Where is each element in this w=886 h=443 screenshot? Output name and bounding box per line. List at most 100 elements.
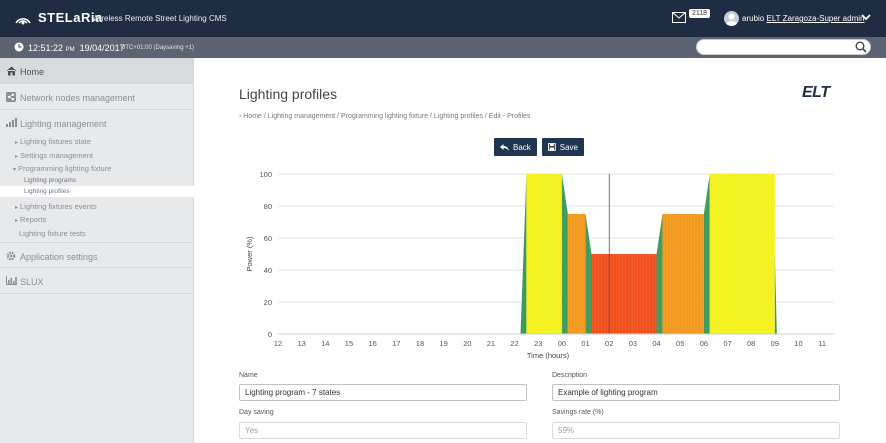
save-button[interactable]: Save	[542, 138, 584, 156]
sidebar-item-programming[interactable]: ▾ Programming lighting fixture	[13, 164, 111, 173]
daysaving-field[interactable]: Yes	[239, 422, 527, 439]
sidebar-item-lighting-programs[interactable]: Lighting programs	[0, 175, 194, 186]
profile-segment	[774, 254, 777, 334]
top-bar: STELaRia Wireless Remote Street Lighting…	[0, 0, 886, 37]
sidebar-item-fixtures-state[interactable]: ▸ Lighting fixtures state	[15, 137, 91, 146]
description-field[interactable]: Example of lighting program	[552, 384, 840, 401]
gear-icon	[6, 251, 16, 261]
sidebar-item-app-settings[interactable]: Application settings	[0, 242, 194, 268]
mail-count-badge: 2118	[689, 9, 711, 18]
x-tick-label: 20	[463, 339, 471, 348]
user-icon	[726, 13, 737, 26]
clock-icon	[14, 42, 24, 52]
sidebar-item-network[interactable]: Network nodes management	[0, 84, 194, 110]
sidebar-item-label: Programming lighting fixture	[18, 164, 112, 173]
sidebar-item-settings-management[interactable]: ▸ Settings management	[15, 151, 93, 160]
x-tick-label: 22	[510, 339, 518, 348]
floppy-icon	[548, 143, 556, 151]
sidebar-item-fixture-tests[interactable]: Lighting fixture tests	[19, 229, 86, 238]
y-tick-label: 60	[264, 234, 272, 243]
x-tick-label: 23	[534, 339, 542, 348]
profile-segment	[632, 254, 657, 334]
chevron-down-icon[interactable]	[861, 13, 871, 21]
description-label: Description	[552, 372, 588, 379]
power-profile-chart: 02040608010012 13 14 15 16 17 18 19 20 21 22 23 00 01…	[245, 170, 834, 360]
avatar[interactable]	[724, 11, 739, 26]
sidebar: Home Network nodes management Lighting m…	[0, 58, 194, 443]
sidebar-item-fixtures-events[interactable]: ▸ Lighting fixtures events	[15, 202, 97, 211]
page-title: Lighting profiles	[239, 86, 338, 102]
x-tick-label: 16	[368, 339, 376, 348]
sidebar-item-label: Settings management	[20, 151, 93, 160]
mail-icon[interactable]	[672, 12, 686, 23]
sidebar-item-label: Lighting fixtures state	[20, 137, 91, 146]
savings-rate-label: Savings rate (%)	[552, 409, 604, 416]
y-tick-label: 100	[259, 170, 272, 179]
sidebar-item-reports[interactable]: ▸ Reports	[15, 215, 46, 224]
y-tick-label: 20	[264, 298, 272, 307]
profile-segment	[591, 254, 633, 334]
x-tick-label: 06	[700, 339, 708, 348]
search-input[interactable]	[696, 39, 871, 55]
signal-icon	[15, 17, 31, 24]
profile-segment	[520, 174, 527, 334]
reply-icon	[500, 143, 509, 151]
organization: ELT Zaragoza-Super admin	[766, 14, 865, 23]
sidebar-item-label: Lighting management	[20, 119, 107, 129]
daysaving-label: Day saving	[239, 409, 274, 416]
x-tick-label: 07	[723, 339, 731, 348]
x-tick-label: 02	[605, 339, 613, 348]
y-axis-label: Power (%)	[245, 236, 254, 272]
signal-bars-icon	[6, 118, 17, 127]
sidebar-item-label: SLUX	[20, 277, 44, 287]
x-tick-label: 10	[794, 339, 802, 348]
savings-rate-field[interactable]: 59%	[552, 422, 840, 439]
brand-logo[interactable]: STELaRia	[14, 10, 103, 25]
x-tick-label: 08	[747, 339, 755, 348]
bar-chart-icon	[6, 276, 17, 285]
x-tick-label: 21	[487, 339, 495, 348]
x-tick-label: 18	[416, 339, 424, 348]
x-tick-label: 19	[439, 339, 447, 348]
back-button[interactable]: Back	[494, 138, 537, 156]
x-tick-label: 15	[345, 339, 353, 348]
x-tick-label: 13	[297, 339, 305, 348]
app-title: Wireless Remote Street Lighting CMS	[92, 14, 227, 23]
breadcrumb[interactable]: › Home / Lighting management / Programmi…	[239, 113, 530, 120]
elt-logo: ELT	[802, 84, 830, 101]
sidebar-item-home[interactable]: Home	[0, 58, 194, 84]
x-tick-label: 03	[629, 339, 637, 348]
share-icon	[6, 92, 16, 102]
y-tick-label: 40	[264, 266, 272, 275]
username: arubio	[742, 14, 765, 23]
time-value: 12:51:22	[28, 43, 64, 53]
x-tick-label: 01	[581, 339, 589, 348]
home-icon	[6, 66, 17, 76]
ampm: PM	[65, 47, 75, 53]
breadcrumb-text: Home / Lighting management / Programming…	[243, 113, 531, 120]
name-label: Name	[239, 372, 258, 379]
sidebar-item-label: Reports	[20, 215, 47, 224]
search-icon[interactable]	[855, 41, 867, 53]
sidebar-item-label: Lighting fixture tests	[19, 229, 86, 238]
timezone: UTC+01:00 (Daysaving +1)	[121, 45, 195, 51]
sidebar-item-lighting[interactable]: Lighting management	[0, 110, 194, 136]
x-tick-label: 00	[558, 339, 566, 348]
date-value: 19/04/2017	[79, 43, 125, 53]
x-tick-label: 05	[676, 339, 684, 348]
sidebar-item-label: Lighting fixtures events	[20, 202, 97, 211]
profile-segment	[567, 214, 586, 334]
sidebar-item-lighting-profiles[interactable]: Lighting profiles	[0, 186, 194, 197]
back-label: Back	[513, 142, 531, 152]
x-tick-label: 09	[771, 339, 779, 348]
x-tick-label: 04	[652, 339, 660, 348]
name-field[interactable]: Lighting program - 7 states	[239, 384, 527, 401]
sidebar-item-label: Application settings	[20, 252, 98, 262]
sidebar-item-slux[interactable]: SLUX	[0, 268, 194, 294]
save-label: Save	[559, 142, 578, 152]
x-tick-label: 17	[392, 339, 400, 348]
x-tick-label: 12	[274, 339, 282, 348]
x-axis-label: Time (hours)	[527, 351, 570, 360]
user-menu[interactable]: arubio ELT Zaragoza-Super admin	[742, 14, 864, 23]
x-tick-label: 11	[818, 339, 826, 348]
